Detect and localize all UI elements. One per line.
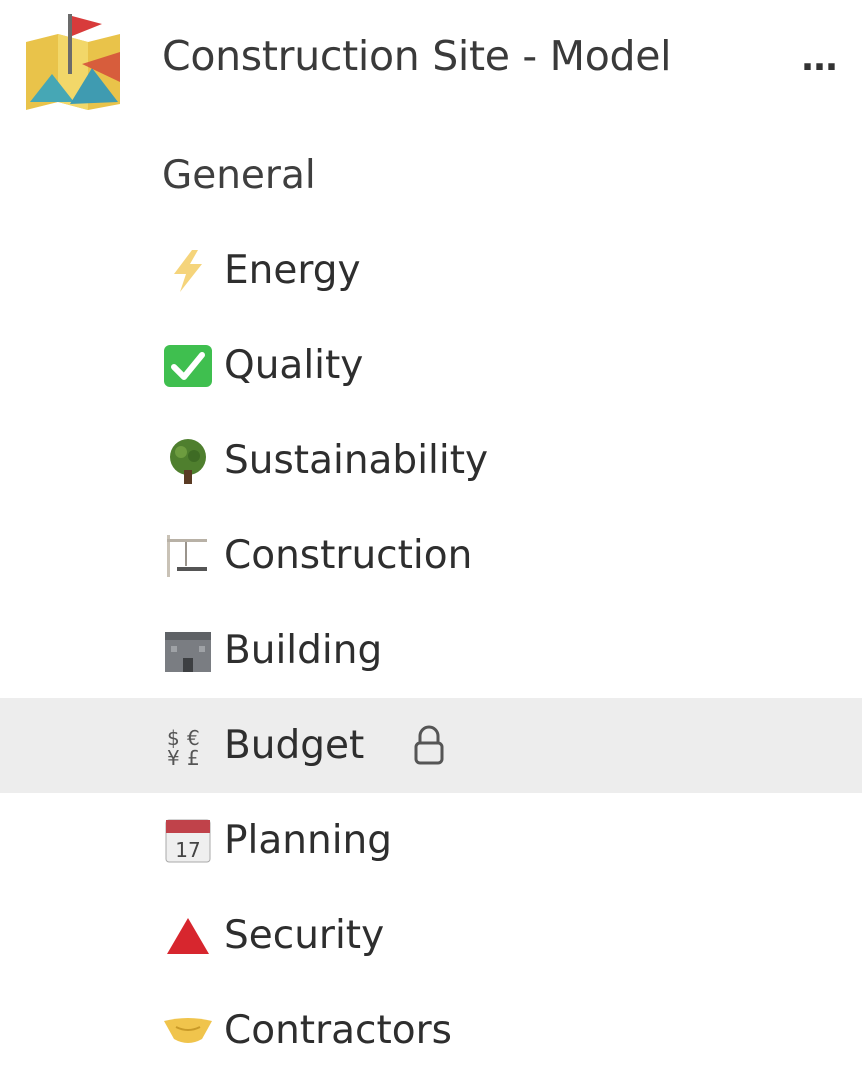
channel-sustainability[interactable]: Sustainability: [0, 413, 862, 508]
construction-icon: [160, 531, 216, 581]
lock-icon: [408, 723, 450, 769]
channel-label: General: [162, 153, 316, 198]
channel-label: Security: [224, 913, 385, 958]
channel-building[interactable]: Building: [0, 603, 862, 698]
warning-triangle-icon: [160, 911, 216, 961]
building-icon: [160, 626, 216, 676]
channel-label: Building: [224, 628, 383, 673]
channel-security[interactable]: Security: [0, 888, 862, 983]
team-header: Construction Site - Model …: [0, 0, 862, 140]
channel-general[interactable]: General: [0, 128, 862, 223]
channel-label: Contractors: [224, 1008, 452, 1053]
channel-planning[interactable]: 17 Planning: [0, 793, 862, 888]
channel-contractors[interactable]: Contractors: [0, 983, 862, 1078]
channel-energy[interactable]: Energy: [0, 223, 862, 318]
tree-icon: [160, 436, 216, 486]
channel-list: General Energy Quality Sustainability Co…: [0, 128, 862, 1078]
lightning-icon: [160, 246, 216, 296]
check-box-icon: [160, 341, 216, 391]
channel-label: Quality: [224, 343, 364, 388]
channel-construction[interactable]: Construction: [0, 508, 862, 603]
channel-label: Budget: [224, 723, 365, 768]
more-options-button[interactable]: …: [790, 30, 850, 86]
calendar-day: 17: [175, 838, 200, 862]
construction-map-flag-icon: [26, 14, 120, 110]
team-avatar[interactable]: [22, 12, 124, 110]
channel-budget[interactable]: $ € ¥ £ Budget: [0, 698, 862, 793]
channel-label: Sustainability: [224, 438, 489, 483]
money-icon: $ € ¥ £: [160, 721, 216, 771]
calendar-icon: 17: [160, 816, 216, 866]
channel-quality[interactable]: Quality: [0, 318, 862, 413]
channel-label: Construction: [224, 533, 473, 578]
svg-text:£: £: [187, 746, 200, 769]
channel-label: Energy: [224, 248, 361, 293]
handshake-icon: [160, 1006, 216, 1056]
channel-label: Planning: [224, 818, 392, 863]
team-title: Construction Site - Model: [162, 32, 672, 80]
svg-text:¥: ¥: [167, 746, 180, 769]
